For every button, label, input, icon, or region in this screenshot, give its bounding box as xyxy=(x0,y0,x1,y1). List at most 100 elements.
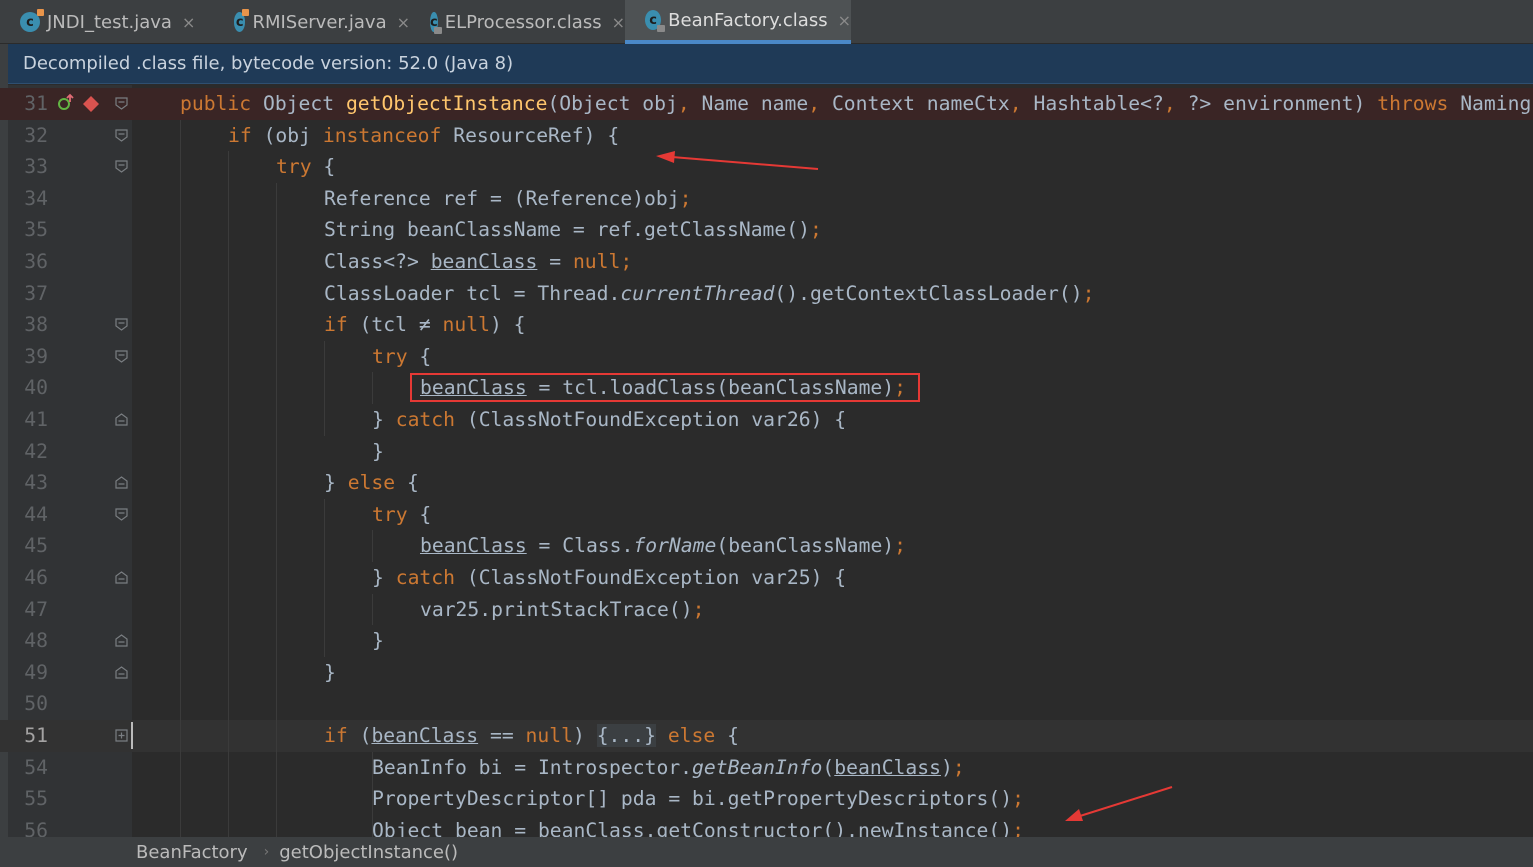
breadcrumb-class[interactable]: BeanFactory xyxy=(136,842,248,863)
code-token: PropertyDescriptor[] pda = bi.getPropert… xyxy=(372,787,1013,811)
line-number[interactable]: 37 xyxy=(8,278,48,310)
code-token: Hashtable<? xyxy=(1021,92,1164,115)
code-token: null xyxy=(442,313,490,337)
collapse-fold-icon[interactable] xyxy=(115,476,128,489)
line-number[interactable]: 34 xyxy=(8,183,48,215)
close-icon[interactable]: × xyxy=(838,11,851,30)
expand-fold-icon[interactable] xyxy=(115,729,128,742)
code-text[interactable]: var25.printStackTrace(); xyxy=(420,594,704,626)
code-text[interactable]: Class<?> beanClass = null; xyxy=(324,246,632,278)
code-text[interactable]: } else { xyxy=(324,467,419,499)
tab-jndi-test-java[interactable]: c JNDI_test.java × xyxy=(0,0,205,44)
line-number[interactable]: 32 xyxy=(8,120,48,152)
code-token: ) { xyxy=(489,313,526,337)
tab-label: BeanFactory.class xyxy=(668,9,828,31)
code-token: ( xyxy=(347,724,372,747)
collapse-fold-icon[interactable] xyxy=(115,97,128,110)
line-number[interactable]: 36 xyxy=(8,246,48,278)
code-line: 41 } catch (ClassNotFoundException var26)… xyxy=(0,404,1533,436)
line-number[interactable]: 49 xyxy=(8,657,48,689)
code-token: (ClassNotFoundException var26) { xyxy=(454,408,847,431)
line-number[interactable]: 41 xyxy=(8,404,48,436)
code-text[interactable]: try { xyxy=(372,341,431,373)
code-text[interactable]: } xyxy=(372,625,384,657)
implements-method-icon[interactable] xyxy=(58,93,74,110)
line-number[interactable]: 47 xyxy=(8,594,48,626)
code-text[interactable]: try { xyxy=(372,499,431,531)
line-number[interactable]: 39 xyxy=(8,341,48,373)
line-number[interactable]: 55 xyxy=(8,783,48,815)
code-token: ; xyxy=(1012,787,1024,811)
java-badge-icon xyxy=(242,9,250,16)
code-line: 48} xyxy=(0,625,1533,657)
line-number[interactable]: 44 xyxy=(8,499,48,531)
code-text[interactable]: if (obj instanceof ResourceRef) { xyxy=(228,120,619,152)
code-text[interactable]: ClassLoader tcl = Thread.currentThread()… xyxy=(324,278,1094,310)
tab-beanfactory-class[interactable]: c BeanFactory.class × xyxy=(625,0,851,44)
indent-guide xyxy=(372,530,373,562)
tab-rmiserver-java[interactable]: c RMIServer.java × xyxy=(214,0,410,44)
java-badge-icon xyxy=(37,9,44,16)
code-token: getBeanInfo xyxy=(692,755,823,779)
code-text[interactable]: try { xyxy=(276,151,335,183)
line-number[interactable]: 40 xyxy=(8,372,48,404)
code-text[interactable]: if (tcl ≠ null) { xyxy=(324,309,526,341)
collapse-fold-icon[interactable] xyxy=(115,634,128,647)
code-line: 43 } else { xyxy=(0,467,1533,499)
line-number[interactable]: 51 xyxy=(8,720,48,752)
line-number[interactable]: 38 xyxy=(8,309,48,341)
line-number[interactable]: 33 xyxy=(8,151,48,183)
code-text[interactable]: } catch (ClassNotFoundException var26) { xyxy=(372,404,846,436)
class-icon-letter: c xyxy=(26,14,34,30)
collapse-fold-icon[interactable] xyxy=(115,350,128,363)
code-token: { xyxy=(311,155,336,179)
line-number[interactable]: 42 xyxy=(8,436,48,468)
code-text[interactable]: String beanClassName = ref.getClassName(… xyxy=(324,214,822,246)
code-text[interactable]: Reference ref = (Reference)obj; xyxy=(324,183,691,215)
collapse-fold-icon[interactable] xyxy=(115,128,128,142)
code-token: , xyxy=(677,92,690,115)
breadcrumb-method[interactable]: getObjectInstance() xyxy=(279,842,458,863)
code-token: getObjectInstance xyxy=(345,92,548,115)
line-number[interactable]: 48 xyxy=(8,625,48,657)
code-text[interactable]: PropertyDescriptor[] pda = bi.getPropert… xyxy=(372,783,1024,815)
gutter-markers[interactable] xyxy=(56,93,108,115)
code-token: { xyxy=(407,344,432,368)
tab-elprocessor-class[interactable]: c ELProcessor.class × xyxy=(410,0,625,44)
code-text[interactable]: BeanInfo bi = Introspector.getBeanInfo(b… xyxy=(372,752,965,784)
line-number[interactable]: 46 xyxy=(8,562,48,594)
code-text[interactable]: beanClass = Class.forName(beanClassName)… xyxy=(420,530,906,562)
code-text[interactable]: public Object getObjectInstance(Object o… xyxy=(180,88,1531,120)
code-text[interactable]: } xyxy=(372,436,384,468)
line-number[interactable]: 43 xyxy=(8,467,48,499)
collapse-fold-icon[interactable] xyxy=(115,413,128,426)
code-token: ResourceRef) { xyxy=(441,123,620,147)
code-text[interactable]: } catch (ClassNotFoundException var25) { xyxy=(372,562,846,594)
close-icon[interactable]: × xyxy=(397,13,410,32)
line-number[interactable]: 54 xyxy=(8,752,48,784)
collapse-fold-icon[interactable] xyxy=(115,160,128,173)
code-token: ; xyxy=(809,218,822,242)
line-number[interactable]: 45 xyxy=(8,530,48,562)
close-icon[interactable]: × xyxy=(182,13,195,32)
line-number[interactable]: 50 xyxy=(8,688,48,720)
collapse-fold-icon[interactable] xyxy=(115,666,128,679)
code-token: Class<?> xyxy=(324,250,431,273)
collapse-fold-icon[interactable] xyxy=(115,508,128,521)
collapse-fold-icon[interactable] xyxy=(115,571,128,584)
close-icon[interactable]: × xyxy=(612,13,625,32)
code-token: , xyxy=(1163,92,1176,115)
breakpoint-icon[interactable] xyxy=(83,96,99,112)
code-text[interactable]: } xyxy=(324,657,336,689)
code-token: (tcl ≠ xyxy=(347,313,443,337)
text-caret xyxy=(131,722,133,749)
code-token: Reference ref = (Reference)obj xyxy=(324,186,680,210)
line-number[interactable]: 31 xyxy=(8,88,48,120)
code-text[interactable]: if (beanClass == null) {...} else { xyxy=(324,720,739,752)
line-number[interactable]: 35 xyxy=(8,214,48,246)
code-token: (beanClassName) xyxy=(716,534,895,558)
indent-guide xyxy=(276,182,277,847)
collapse-fold-icon[interactable] xyxy=(115,318,128,331)
folded-code-region[interactable]: {...} xyxy=(596,724,656,747)
